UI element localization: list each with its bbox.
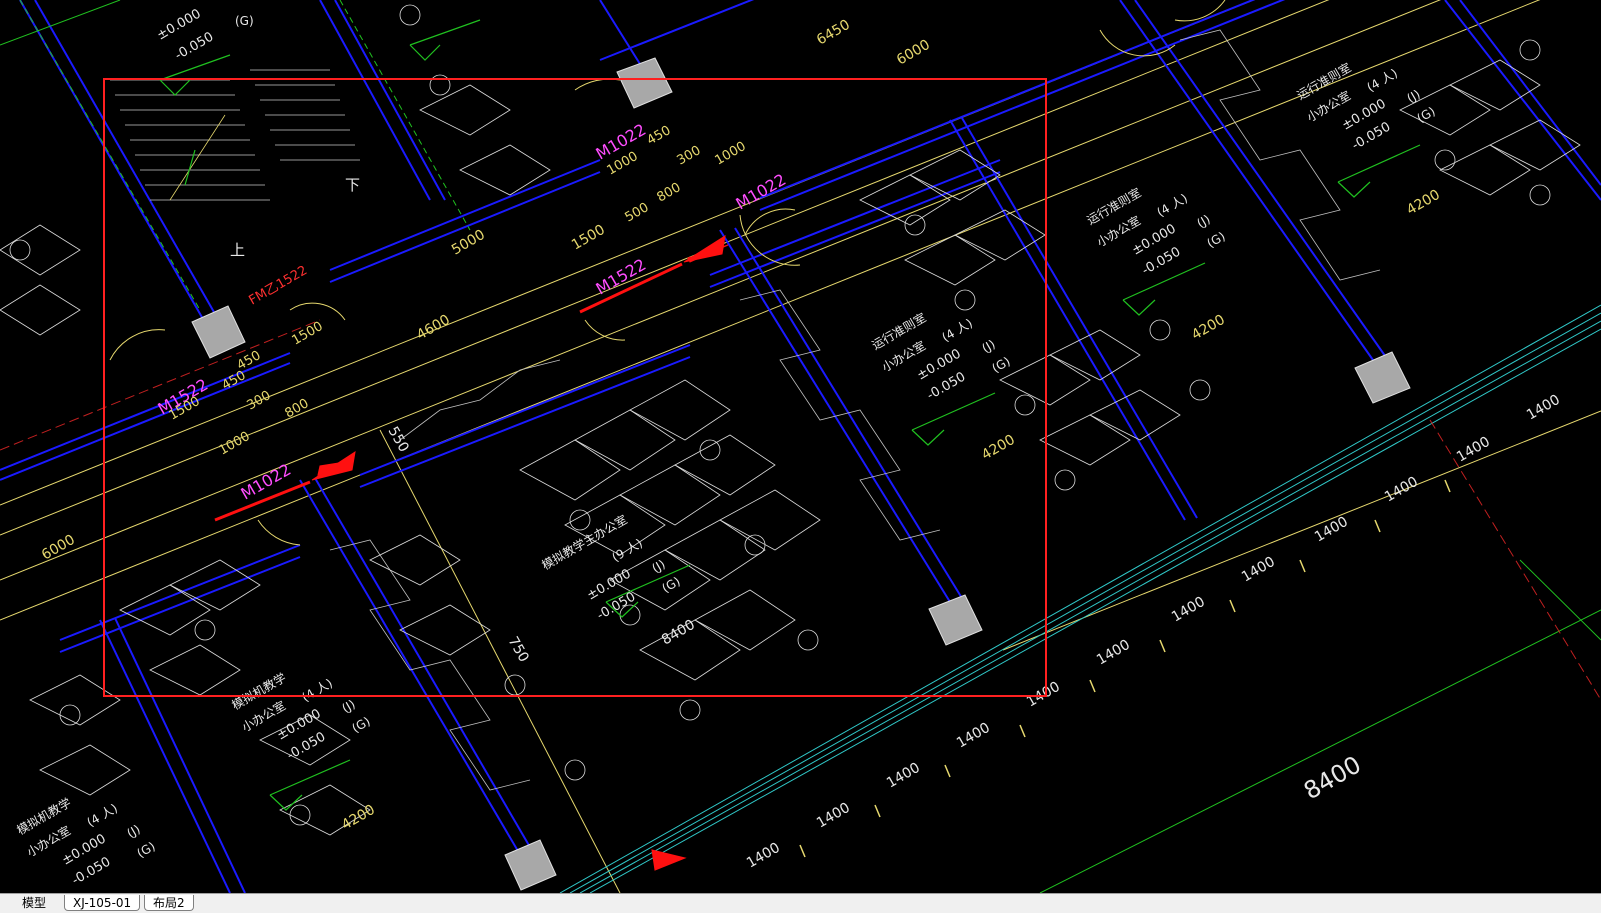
tab-model[interactable]: 模型 <box>14 895 55 911</box>
layout-tab-bar: 模型 XJ-105-01 布局2 <box>0 893 1601 913</box>
cad-model-viewport[interactable]: M1022 M1522 M1022 M1022 M1522 FM乙1522 上下 6450 60… <box>0 0 1601 893</box>
floor-plan-drawing[interactable]: M1022M1522M1022M1022M1522FM乙1522上下645060… <box>0 0 1601 893</box>
stair-up-label: 上 <box>230 241 245 259</box>
tab-layout-2[interactable]: 布局2 <box>144 895 194 911</box>
stair-down-label: 下 <box>345 176 360 194</box>
tab-layout-xj-105-01[interactable]: XJ-105-01 <box>64 895 141 911</box>
top-level-tag: (G) <box>235 14 254 28</box>
